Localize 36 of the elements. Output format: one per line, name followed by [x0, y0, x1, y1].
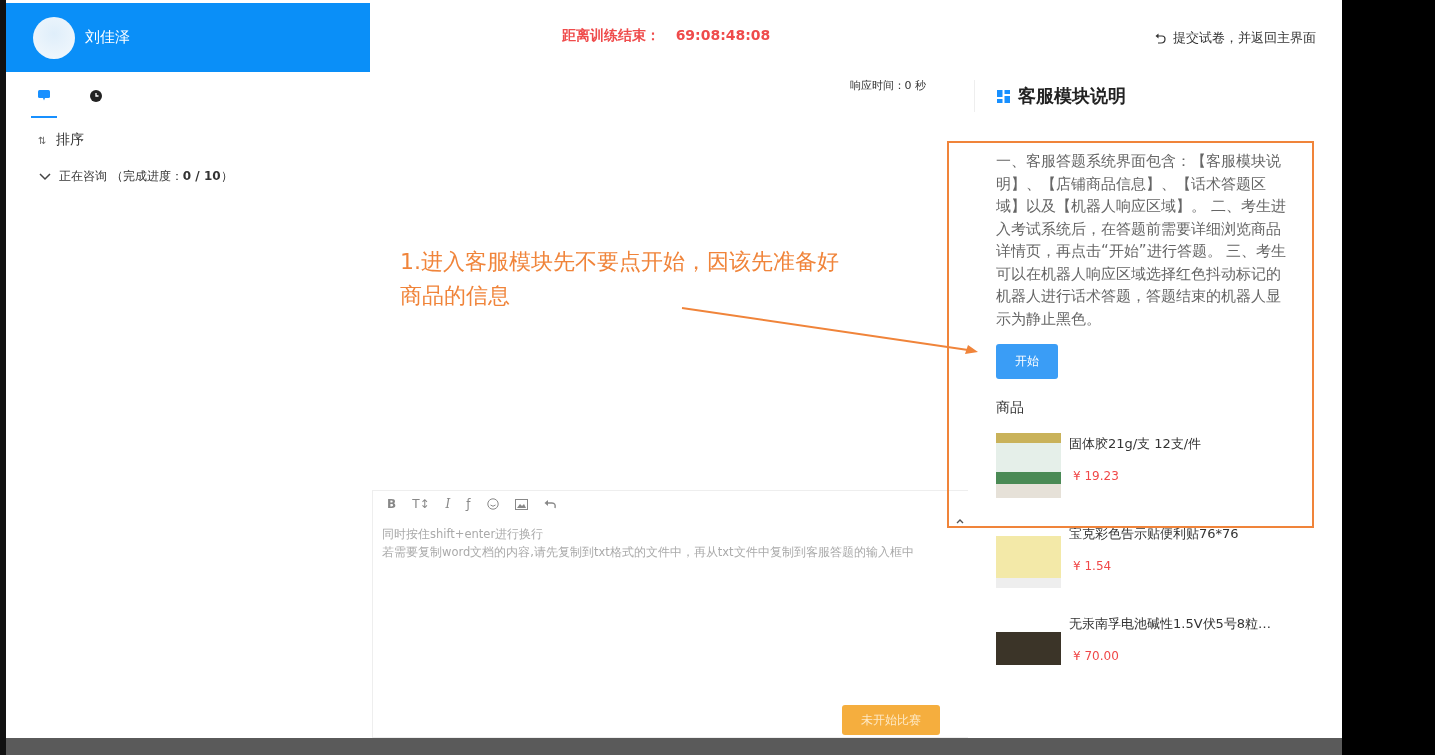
bold-icon[interactable]: B	[387, 497, 397, 511]
scroll-up-icon[interactable]	[956, 519, 964, 524]
clock-icon	[90, 90, 102, 102]
italic-icon[interactable]: I	[445, 497, 451, 511]
response-time: 响应时间：0 秒	[849, 78, 926, 93]
annotation-text: 1.进入客服模块先不要点开始，因该先准备好	[400, 248, 839, 276]
sort-label[interactable]: 排序	[56, 131, 85, 149]
product-price: ¥ 1.54	[1072, 559, 1112, 573]
emoji-icon[interactable]	[486, 498, 499, 510]
product-name[interactable]: 宝克彩色告示贴便利贴76*76	[1069, 525, 1239, 543]
timer-label: 距离训练结束：	[561, 27, 660, 45]
chevron-down-icon[interactable]	[39, 172, 51, 181]
product-price: ¥ 70.00	[1072, 649, 1119, 663]
return-icon	[1155, 32, 1166, 44]
annotation-text: 商品的信息	[400, 282, 510, 310]
clear-format-icon[interactable]: ƒ	[466, 497, 471, 511]
panel-title: 客服模块说明	[1018, 84, 1126, 108]
avatar-icon	[33, 16, 75, 59]
timer-value: 69:08:48:08	[675, 27, 771, 45]
placeholder-text: 同时按住shift+enter进行换行	[382, 526, 545, 543]
group-label[interactable]: 正在咨询 （完成进度：0 / 10）	[59, 168, 233, 185]
description-text: 一、客服答题系统界面包含：【客服模块说明】、【店铺商品信息】、【话术答题区域】以及【机器人响应区域】。 二、考生进入考试系统后，在答题前需要详细浏览商品详情页，再点击“开始”进行答题。 三、考生可以在机器人响应区域选择红色抖动标记的机器人进行话术答题，答题结束的机器人显示为静止黑色。	[996, 151, 1288, 330]
grid-icon	[997, 89, 1010, 103]
product-name[interactable]: 无汞南孚电池碱性1.5V伏5号8粒…	[1069, 615, 1272, 633]
submit-link[interactable]: 提交试卷，并返回主界面	[1155, 29, 1316, 47]
image-icon[interactable]	[514, 498, 528, 510]
product-price: ¥ 19.23	[1072, 469, 1119, 483]
font-size-icon[interactable]: T↕	[412, 497, 430, 511]
sort-icon[interactable]: ⇅	[38, 134, 47, 146]
placeholder-text: 若需要复制word文档的内容,请先复制到txt格式的文件中，再从txt文件中复制到客服答题的输入框中	[382, 544, 915, 561]
chat-tab[interactable]	[31, 88, 57, 118]
undo-icon[interactable]	[543, 498, 557, 510]
user-name: 刘佳泽	[85, 28, 130, 47]
chat-bubble-icon	[38, 90, 50, 101]
product-name[interactable]: 固体胶21g/支 12支/件	[1069, 435, 1202, 453]
products-heading: 商品	[996, 399, 1025, 417]
